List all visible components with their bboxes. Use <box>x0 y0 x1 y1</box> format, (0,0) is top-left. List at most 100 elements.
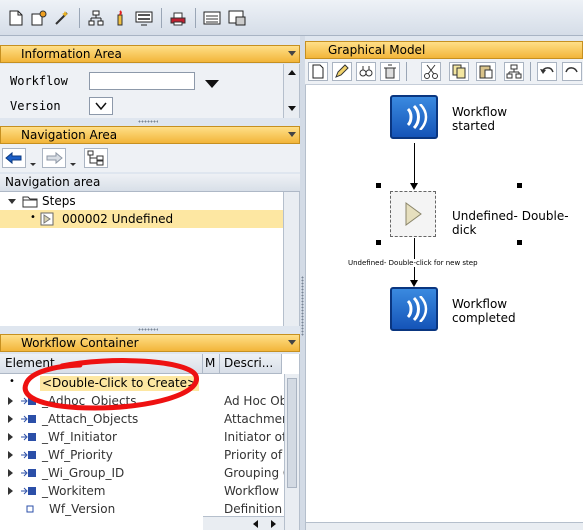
table-row[interactable]: _Workitem Workflow I <box>0 482 284 500</box>
screen-icon[interactable] <box>227 8 247 28</box>
new-icon[interactable] <box>308 62 328 81</box>
selection-handle[interactable] <box>517 183 522 188</box>
element-name: Wf_Version <box>49 502 116 516</box>
chevron-down-icon[interactable] <box>288 340 296 345</box>
scrollbar-thumb[interactable] <box>287 378 297 488</box>
double-click-to-create[interactable]: <Double-Click to Create> <box>40 376 200 391</box>
toolbar-separator <box>161 8 162 28</box>
table-row[interactable]: _Attach_Objects Attachmer <box>0 410 284 428</box>
workflow-started-node[interactable] <box>390 95 438 139</box>
redo-icon[interactable] <box>562 62 582 81</box>
connector-arrow-icon <box>410 280 418 287</box>
splitter-grip[interactable] <box>301 276 304 336</box>
expand-arrow-icon[interactable] <box>8 415 13 423</box>
structure-icon[interactable] <box>504 62 524 81</box>
undefined-step-node[interactable] <box>390 191 436 237</box>
back-menu-icon[interactable] <box>27 148 39 168</box>
graphical-model-title[interactable]: Graphical Model <box>305 41 583 59</box>
scroll-left-icon[interactable] <box>253 520 258 528</box>
tree-structure-icon[interactable] <box>84 148 108 168</box>
information-area-title[interactable]: Information Area <box>0 45 300 63</box>
printer-icon[interactable] <box>168 8 188 28</box>
information-area-title-text: Information Area <box>21 47 122 61</box>
trash-icon[interactable] <box>380 62 400 81</box>
monitor-icon[interactable] <box>134 8 154 28</box>
table-row[interactable]: _Adhoc_Objects Ad Hoc Ob <box>0 392 284 410</box>
copy-icon[interactable] <box>449 62 469 81</box>
binoculars-icon[interactable] <box>356 62 376 81</box>
toolbar-separator <box>406 62 407 81</box>
table-row[interactable]: _Wf_Priority Priority of V <box>0 446 284 464</box>
navigation-area-title[interactable]: Navigation Area <box>0 126 300 144</box>
horizontal-scrollbar[interactable] <box>203 516 284 530</box>
new-document-icon[interactable] <box>6 8 26 28</box>
edit-pencil-icon[interactable] <box>332 62 352 81</box>
workflow-dropdown-arrow-icon[interactable] <box>205 80 219 88</box>
tree-node-step-selected[interactable]: • 000002 Undefined <box>0 210 298 228</box>
expand-arrow-icon[interactable] <box>8 397 13 405</box>
chevron-down-icon[interactable] <box>288 51 296 56</box>
tree-node-steps[interactable]: Steps <box>0 192 298 210</box>
workflow-completed-label: Workflow completed <box>452 297 516 325</box>
expand-arrow-icon[interactable] <box>8 199 16 204</box>
expand-arrow-icon[interactable] <box>8 469 13 477</box>
expand-arrow-icon[interactable] <box>8 451 13 459</box>
object-reference-icon <box>21 487 36 495</box>
workflow-container-table: Element M Descri... • <Double-Click to C… <box>0 354 300 530</box>
navigation-tree: Navigation area Steps • 000002 Undefined <box>0 174 300 326</box>
table-row[interactable]: _Wi_Group_ID Grouping C <box>0 464 284 482</box>
splitter-grip[interactable] <box>138 120 158 123</box>
navigation-scrollbar[interactable] <box>283 192 299 326</box>
forward-menu-icon[interactable] <box>67 148 79 168</box>
graphical-model-title-text: Graphical Model <box>328 43 426 57</box>
connector-arrow-icon <box>410 183 418 190</box>
column-header-description[interactable]: Descri... <box>220 354 282 374</box>
version-select[interactable] <box>89 97 113 115</box>
create-row[interactable]: • <Double-Click to Create> <box>0 374 283 392</box>
column-header-element[interactable]: Element <box>0 354 203 374</box>
forward-arrow-icon[interactable] <box>42 148 66 168</box>
scroll-down-icon[interactable] <box>288 106 296 111</box>
workflow-completed-node[interactable] <box>390 287 438 331</box>
paste-icon[interactable] <box>476 62 496 81</box>
vertical-splitter[interactable] <box>300 36 305 530</box>
workflow-input[interactable] <box>89 72 195 90</box>
info-scrollbar[interactable] <box>283 64 299 118</box>
candle-icon[interactable] <box>110 8 130 28</box>
selection-handle[interactable] <box>376 183 381 188</box>
column-header-m[interactable]: M <box>203 354 220 374</box>
version-label: Version <box>10 99 61 113</box>
settings-icon[interactable] <box>29 8 49 28</box>
play-triangle-icon <box>405 202 422 226</box>
scroll-up-icon[interactable] <box>288 70 296 75</box>
list-icon[interactable] <box>202 8 222 28</box>
object-reference-icon <box>21 433 36 441</box>
back-arrow-icon[interactable] <box>2 148 26 168</box>
container-scrollbar[interactable] <box>284 374 299 530</box>
expand-arrow-icon[interactable] <box>8 487 13 495</box>
chevron-down-icon[interactable] <box>288 132 296 137</box>
selection-handle[interactable] <box>517 240 522 245</box>
object-reference-icon <box>21 397 36 405</box>
element-description: Workflow I <box>224 484 284 498</box>
expand-arrow-icon[interactable] <box>8 433 13 441</box>
workflow-started-label: Workflow started <box>452 105 507 133</box>
workflow-container-title[interactable]: Workflow Container <box>0 334 300 352</box>
table-row[interactable]: _Wf_Initiator Initiator of <box>0 428 284 446</box>
workflow-label: Workflow <box>10 74 68 88</box>
workflow-builder-window: Information Area Workflow Version Naviga… <box>0 0 583 530</box>
new-step-caption[interactable]: Undefined- Double-click for new step <box>348 259 478 267</box>
selection-handle[interactable] <box>376 240 381 245</box>
graph-horizontal-scrollbar[interactable] <box>306 522 583 530</box>
scroll-right-icon[interactable] <box>271 520 276 528</box>
navigation-list-header: Navigation area <box>0 174 300 192</box>
navigation-area-title-text: Navigation Area <box>21 128 118 142</box>
element-name: _Wi_Group_ID <box>42 466 125 480</box>
hierarchy-icon[interactable] <box>86 8 106 28</box>
splitter-grip[interactable] <box>138 328 158 331</box>
undo-icon[interactable] <box>537 62 557 81</box>
element-name: _Attach_Objects <box>42 412 139 426</box>
magic-wand-icon[interactable] <box>52 8 72 28</box>
cut-scissors-icon[interactable] <box>421 62 441 81</box>
graphical-model-canvas[interactable]: Workflow started Undefined- Double-dick … <box>305 60 583 530</box>
